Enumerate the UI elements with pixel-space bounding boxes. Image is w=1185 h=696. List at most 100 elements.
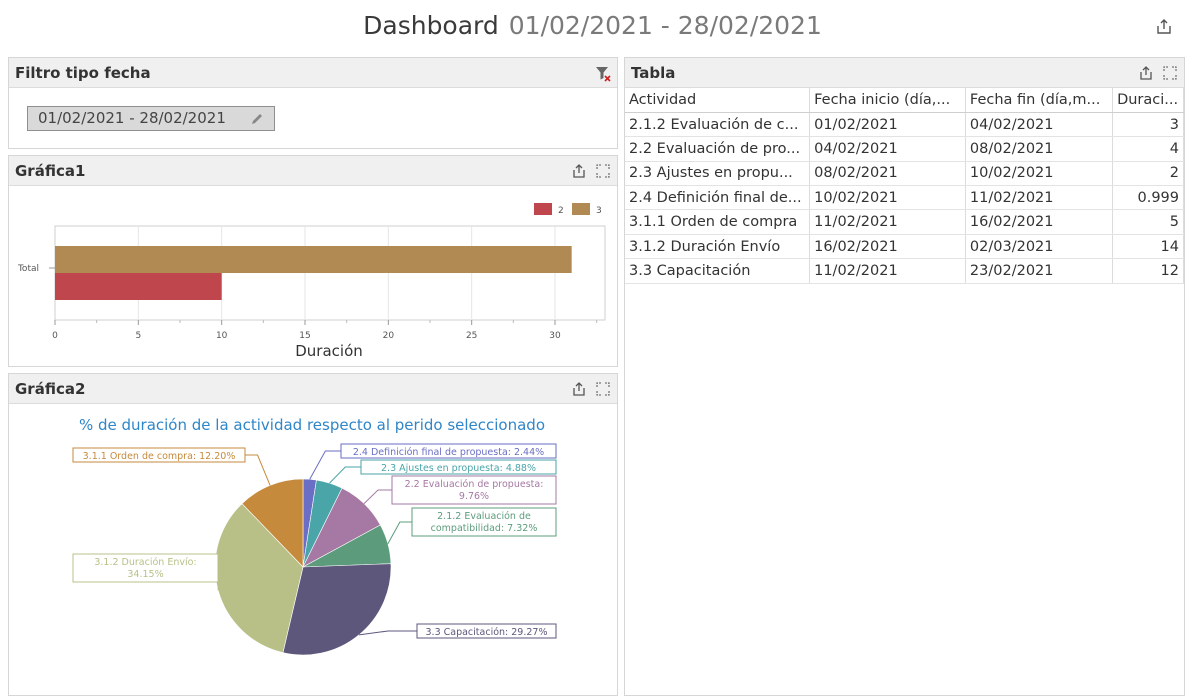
table-row[interactable]: 3.1.1 Orden de compra 11/02/2021 16/02/2… — [625, 209, 1184, 235]
table-row[interactable]: 2.1.2 Evaluación de c... 01/02/2021 04/0… — [625, 112, 1184, 138]
column-header-fecha-fin[interactable]: Fecha fin (día,m... — [965, 88, 1114, 113]
x-axis-title: Duración — [295, 342, 363, 360]
cell-duracion: 2 — [1112, 161, 1184, 187]
pie-leader-line — [245, 454, 271, 486]
cell-fecha-fin: 08/02/2021 — [965, 136, 1114, 162]
tabla-header: Tabla — [625, 58, 1184, 88]
cell-fecha-fin: 04/02/2021 — [965, 112, 1114, 138]
maximize-icon[interactable] — [595, 163, 611, 179]
pie-label-text: compatibilidad: 7.32% — [431, 523, 538, 534]
tabla-title: Tabla — [631, 64, 676, 82]
cell-actividad: 3.1.2 Duración Envío — [625, 234, 811, 260]
grafica1-panel: Gráfica1 2 3 0 5 10 15 20 25 30 Total Duración — [8, 155, 618, 367]
filter-panel-header: Filtro tipo fecha — [9, 58, 617, 88]
edit-pencil-icon[interactable] — [250, 112, 264, 126]
cell-duracion: 0.999 — [1112, 185, 1184, 211]
cell-actividad: 2.4 Definición final de... — [625, 185, 811, 211]
cell-duracion: 14 — [1112, 234, 1184, 260]
cell-fecha-inicio: 08/02/2021 — [809, 161, 966, 187]
pie-leader-line — [329, 466, 361, 484]
cell-duracion: 3 — [1112, 112, 1184, 138]
cell-actividad: 3.1.1 Orden de compra — [625, 209, 811, 235]
dashboard-date-range: 01/02/2021 - 28/02/2021 — [508, 11, 822, 40]
export-icon[interactable] — [1155, 18, 1173, 36]
grafica1-title: Gráfica1 — [15, 162, 86, 180]
data-table: Actividad Fecha inicio (día,... Fecha fi… — [625, 88, 1184, 284]
x-tick-label: 0 — [52, 331, 58, 341]
pie-label-text: 2.4 Definición final de propuesta: 2.44% — [353, 447, 544, 458]
pie-chart-title: % de duración de la actividad respecto a… — [79, 416, 545, 434]
cell-duracion: 5 — [1112, 209, 1184, 235]
grafica2-title: Gráfica2 — [15, 380, 86, 398]
table-header-row: Actividad Fecha inicio (día,... Fecha fi… — [625, 88, 1184, 113]
pie-chart: % de duración de la actividad respecto a… — [72, 416, 557, 656]
x-tick-label: 5 — [135, 331, 141, 341]
bar-series-3[interactable] — [55, 246, 572, 273]
table-row[interactable]: 2.4 Definición final de... 10/02/2021 11… — [625, 185, 1184, 211]
maximize-icon[interactable] — [595, 381, 611, 397]
cell-fecha-fin: 11/02/2021 — [965, 185, 1114, 211]
cell-fecha-fin: 10/02/2021 — [965, 161, 1114, 187]
x-tick-label: 30 — [549, 331, 561, 341]
date-filter-value: 01/02/2021 - 28/02/2021 — [38, 109, 226, 127]
filter-panel: Filtro tipo fecha 01/02/2021 - 28/02/202… — [8, 57, 618, 149]
column-header-duracion[interactable]: Duraci... — [1112, 88, 1184, 113]
pie-label-text: 3.3 Capacitación: 29.27% — [426, 627, 548, 638]
cell-fecha-inicio: 16/02/2021 — [809, 234, 966, 260]
grafica2-header: Gráfica2 — [9, 374, 617, 404]
cell-actividad: 2.1.2 Evaluación de c... — [625, 112, 811, 138]
pie-label-text: 34.15% — [127, 569, 163, 580]
table-row[interactable]: 2.3 Ajustes en propu... 08/02/2021 10/02… — [625, 161, 1184, 187]
cell-fecha-fin: 23/02/2021 — [965, 258, 1114, 284]
tabla-panel: Tabla Actividad Fecha inicio (día,... Fe… — [624, 57, 1185, 696]
legend-label[interactable]: 2 — [558, 206, 564, 216]
dashboard-title: Dashboard — [363, 11, 499, 40]
cell-actividad: 3.3 Capacitación — [625, 258, 811, 284]
pie-label-text: 2.3 Ajustes en propuesta: 4.88% — [381, 463, 536, 474]
pie-label-text: 9.76% — [459, 491, 489, 502]
cell-fecha-inicio: 01/02/2021 — [809, 112, 966, 138]
x-tick-label: 10 — [216, 331, 228, 341]
category-label: Total — [17, 264, 39, 274]
filter-panel-title: Filtro tipo fecha — [15, 64, 151, 82]
pie-label-text: 3.1.2 Duración Envío: — [94, 557, 196, 568]
legend-label[interactable]: 3 — [596, 206, 602, 216]
cell-duracion: 4 — [1112, 136, 1184, 162]
cell-fecha-inicio: 04/02/2021 — [809, 136, 966, 162]
date-filter-chip[interactable]: 01/02/2021 - 28/02/2021 — [27, 106, 275, 131]
dashboard-title-bar: Dashboard 01/02/2021 - 28/02/2021 — [0, 0, 1185, 52]
cell-actividad: 2.3 Ajustes en propu... — [625, 161, 811, 187]
x-tick-label: 20 — [383, 331, 395, 341]
grafica1-header: Gráfica1 — [9, 156, 617, 186]
pie-label-text: 2.1.2 Evaluación de — [437, 511, 531, 522]
table-row[interactable]: 3.1.2 Duración Envío 16/02/2021 02/03/20… — [625, 234, 1184, 260]
x-tick-label: 15 — [299, 331, 310, 341]
export-icon[interactable] — [571, 163, 587, 179]
clear-filter-icon[interactable] — [595, 66, 611, 82]
table-row[interactable]: 2.2 Evaluación de pro... 04/02/2021 08/0… — [625, 136, 1184, 162]
cell-fecha-inicio: 11/02/2021 — [809, 258, 966, 284]
maximize-icon[interactable] — [1162, 65, 1178, 81]
pie-label-text: 2.2 Evaluación de propuesta: — [405, 479, 544, 490]
pie-leader-line — [363, 489, 392, 504]
legend-swatch[interactable] — [572, 203, 590, 215]
pie-leader-line — [387, 521, 412, 544]
cell-fecha-inicio: 10/02/2021 — [809, 185, 966, 211]
cell-actividad: 2.2 Evaluación de pro... — [625, 136, 811, 162]
table-row[interactable]: 3.3 Capacitación 11/02/2021 23/02/2021 1… — [625, 258, 1184, 284]
export-icon[interactable] — [571, 381, 587, 397]
pie-label-text: 3.1.1 Orden de compra: 12.20% — [83, 451, 236, 462]
cell-fecha-fin: 16/02/2021 — [965, 209, 1114, 235]
legend-swatch[interactable] — [534, 203, 552, 215]
column-header-actividad[interactable]: Actividad — [625, 88, 811, 113]
column-header-fecha-inicio[interactable]: Fecha inicio (día,... — [809, 88, 966, 113]
pie-leader-line — [309, 450, 341, 480]
cell-duracion: 12 — [1112, 258, 1184, 284]
x-tick-label: 25 — [466, 331, 477, 341]
grafica2-panel: Gráfica2 % de duración de la actividad r… — [8, 373, 618, 696]
bar-series-2[interactable] — [55, 273, 222, 300]
cell-fecha-inicio: 11/02/2021 — [809, 209, 966, 235]
cell-fecha-fin: 02/03/2021 — [965, 234, 1114, 260]
bar-chart: 2 3 0 5 10 15 20 25 30 Total Duración — [17, 203, 606, 360]
export-icon[interactable] — [1138, 65, 1154, 81]
